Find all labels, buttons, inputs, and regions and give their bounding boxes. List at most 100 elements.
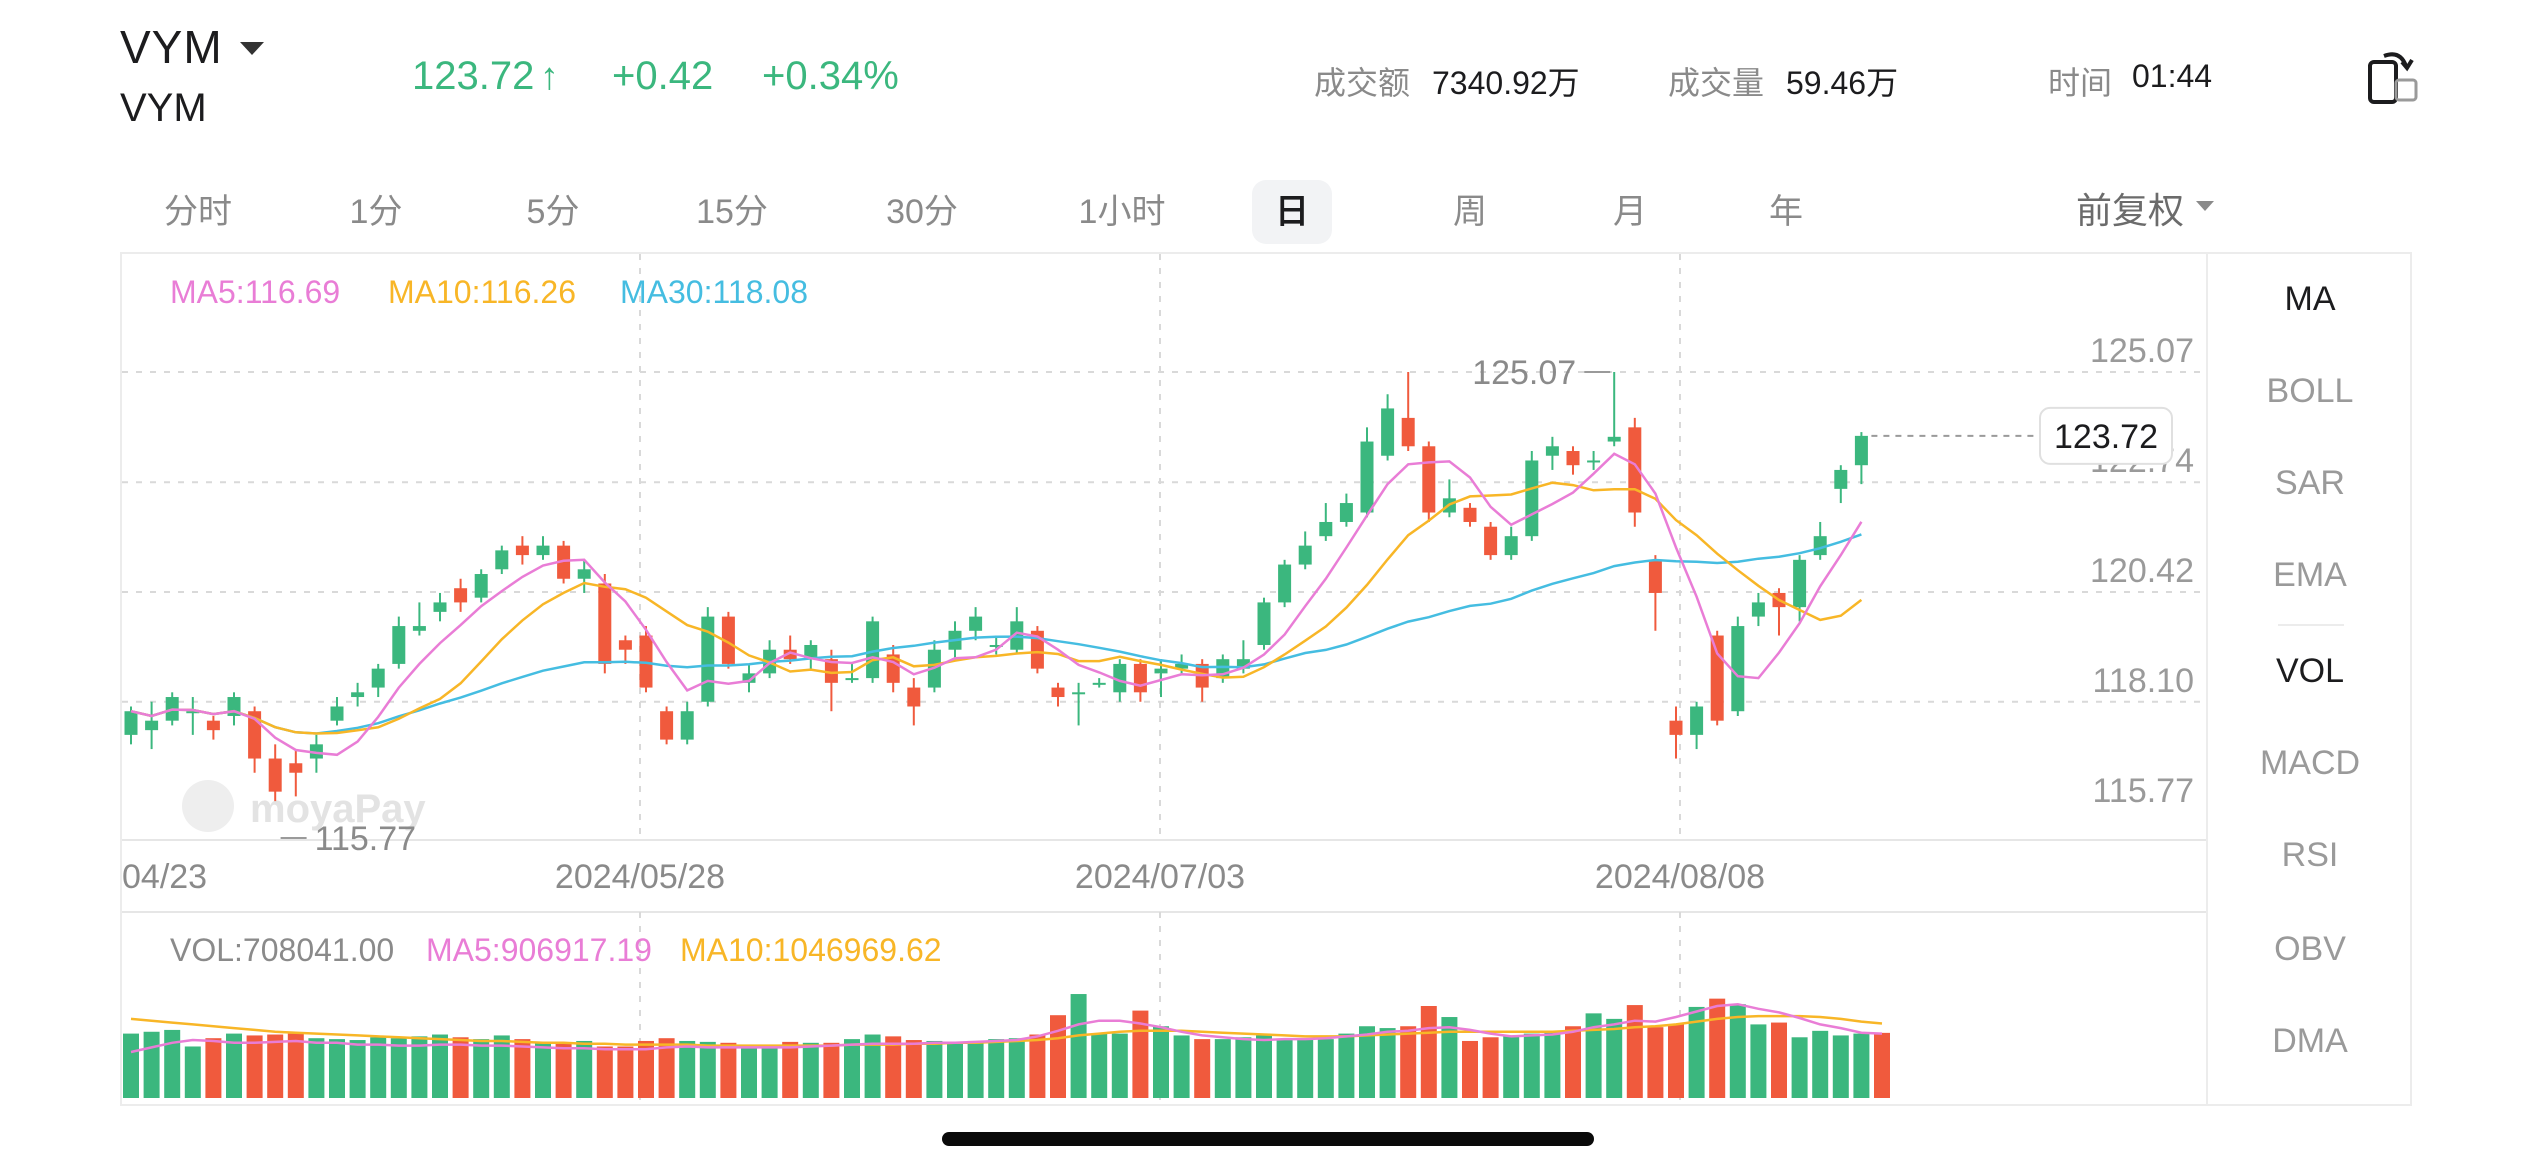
volume-bar-84 <box>1853 1033 1870 1098</box>
indicator-ema[interactable]: EMA <box>2208 556 2412 595</box>
candle-body-46 <box>1072 692 1086 695</box>
candle-body-59 <box>1339 503 1353 522</box>
ma5-line <box>130 452 1863 757</box>
candle-body-8 <box>289 763 303 773</box>
candle-body-13 <box>392 626 406 664</box>
volume-bar-53 <box>1214 1039 1231 1098</box>
candle-body-38 <box>907 687 921 707</box>
volume-bar-63 <box>1420 1006 1437 1098</box>
candle-body-17 <box>474 574 488 598</box>
volume-bar-32 <box>782 1041 799 1098</box>
candle-body-75 <box>1669 720 1683 735</box>
candle-body-56 <box>1278 564 1292 603</box>
indicator-divider <box>2278 624 2344 626</box>
volume-bar-52 <box>1194 1039 1211 1098</box>
candle-body-12 <box>371 668 385 688</box>
volume-bar-55 <box>1256 1035 1272 1098</box>
indicator-ma[interactable]: MA <box>2208 280 2412 319</box>
candle-body-19 <box>515 545 529 556</box>
vol-legend: VOL:708041.00 <box>170 932 395 968</box>
home-indicator[interactable] <box>942 1132 1594 1146</box>
volume-bar-51 <box>1173 1035 1190 1098</box>
volume-bar-35 <box>844 1039 860 1098</box>
indicator-sar[interactable]: SAR <box>2208 464 2412 503</box>
candle-body-72 <box>1607 436 1621 442</box>
volume-bar-13 <box>390 1038 407 1098</box>
indicator-dma[interactable]: DMA <box>2208 1022 2412 1061</box>
candle-body-18 <box>495 550 509 570</box>
volume-bar-56 <box>1276 1039 1293 1098</box>
candle-body-35 <box>845 678 859 681</box>
candle-body-66 <box>1484 526 1498 556</box>
volume-bar-81 <box>1791 1037 1808 1098</box>
volume-bar-79 <box>1750 1024 1767 1098</box>
volume-bar-17 <box>473 1039 490 1098</box>
candle-body-63 <box>1422 446 1436 513</box>
candle-body-0 <box>124 711 138 735</box>
volume-bar-29 <box>720 1042 737 1098</box>
volume-bar-67 <box>1503 1035 1520 1098</box>
candle-body-62 <box>1401 417 1415 447</box>
last-price-tag-text: 123.72 <box>2054 418 2158 456</box>
candle-body-84 <box>1854 435 1868 466</box>
candle-body-14 <box>412 626 426 631</box>
volume-bar-12 <box>370 1037 387 1098</box>
volume-bar-85 <box>1874 1032 1890 1098</box>
volume-bar-61 <box>1379 1028 1396 1098</box>
candle-body-55 <box>1257 602 1271 645</box>
volume-bar-74 <box>1647 1027 1664 1098</box>
indicator-obv[interactable]: OBV <box>2208 930 2412 969</box>
volume-bar-45 <box>1050 1015 1066 1098</box>
volume-bar-10 <box>329 1039 345 1098</box>
volume-bar-70 <box>1565 1026 1581 1098</box>
volume-bar-43 <box>1008 1038 1025 1098</box>
candle-body-61 <box>1381 408 1395 456</box>
kline-chart[interactable]: 125.07122.74120.42118.10115.7704/232024/… <box>0 0 2532 1170</box>
volume-bar-82 <box>1812 1030 1829 1098</box>
ma5-legend: MA5:116.69 <box>170 274 341 310</box>
candle-body-49 <box>1133 663 1147 693</box>
volume-bar-46 <box>1070 994 1087 1098</box>
indicator-rsi[interactable]: RSI <box>2208 836 2412 875</box>
volume-bar-58 <box>1317 1039 1334 1098</box>
volume-bar-65 <box>1462 1040 1478 1098</box>
candle-body-60 <box>1360 441 1374 513</box>
low-price-label: 115.77 <box>315 820 416 858</box>
volume-bar-68 <box>1523 1033 1540 1098</box>
volume-bar-62 <box>1400 1026 1417 1098</box>
volume-bar-0 <box>123 1033 139 1098</box>
volume-bar-42 <box>988 1039 1005 1098</box>
candle-body-83 <box>1834 469 1848 489</box>
volume-bar-16 <box>452 1037 469 1098</box>
candle-body-26 <box>660 711 674 740</box>
candle-body-4 <box>206 720 220 731</box>
y-tick-label-0: 125.07 <box>2090 332 2194 370</box>
volume-bar-54 <box>1235 1037 1252 1098</box>
y-tick-label-3: 118.10 <box>2093 662 2194 700</box>
volume-bar-30 <box>741 1044 757 1098</box>
indicator-macd[interactable]: MACD <box>2208 744 2412 783</box>
indicator-vol[interactable]: VOL <box>2208 652 2412 691</box>
x-axis-label-3: 2024/08/08 <box>1595 858 1765 896</box>
indicator-boll[interactable]: BOLL <box>2208 372 2412 411</box>
candle-body-27 <box>680 711 694 740</box>
candle-body-22 <box>577 569 591 579</box>
volume-bar-50 <box>1153 1026 1169 1098</box>
volume-bar-24 <box>617 1046 634 1098</box>
volume-bar-83 <box>1832 1035 1849 1098</box>
volume-bar-11 <box>349 1040 366 1098</box>
high-price-label: 125.07 <box>1472 354 1576 392</box>
volume-bar-6 <box>246 1035 263 1098</box>
candle-body-81 <box>1793 559 1807 608</box>
candle-body-69 <box>1545 446 1559 456</box>
candle-body-16 <box>454 588 468 603</box>
candle-body-79 <box>1751 602 1765 617</box>
volume-bar-66 <box>1482 1037 1499 1098</box>
vol-ma10-legend: MA10:1046969.62 <box>680 932 942 968</box>
volume-bar-59 <box>1338 1033 1355 1098</box>
volume-bar-73 <box>1626 1005 1643 1098</box>
vol-ma5-legend: MA5:906917.19 <box>426 932 652 968</box>
ma30-legend: MA30:118.08 <box>620 274 808 310</box>
candle-body-71 <box>1587 460 1601 463</box>
candle-body-20 <box>536 545 550 556</box>
